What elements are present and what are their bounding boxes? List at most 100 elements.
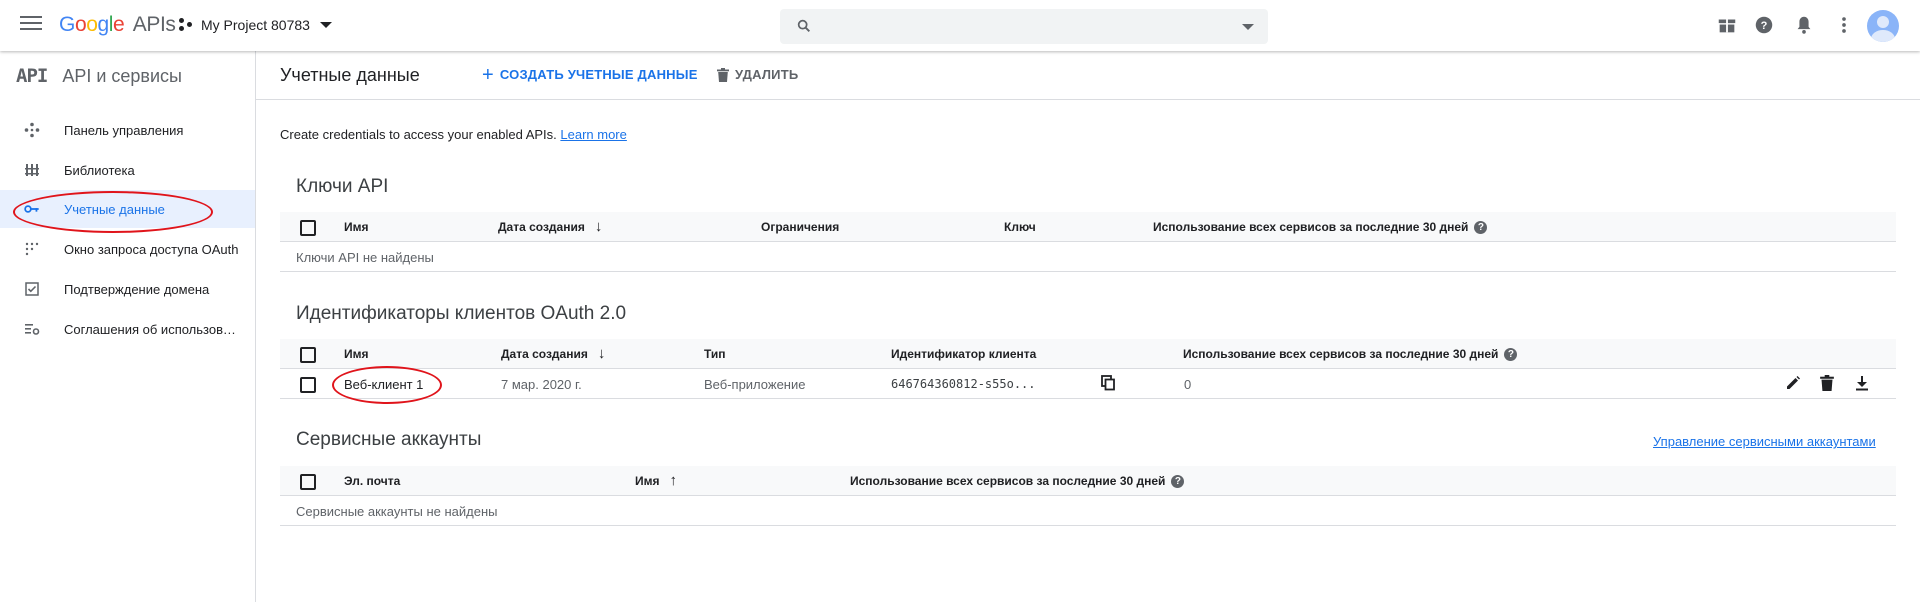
key-icon xyxy=(24,201,40,217)
download-icon[interactable] xyxy=(1854,375,1870,391)
plus-icon: + xyxy=(482,63,494,86)
column-header-label: Дата создания xyxy=(501,347,588,361)
column-header-created[interactable]: Дата создания ↓ xyxy=(498,218,603,235)
sidebar-item-label: Подтверждение домена xyxy=(64,281,210,297)
empty-message: Сервисные аккаунты не найдены xyxy=(296,504,498,519)
help-icon[interactable]: ? xyxy=(1171,474,1185,488)
project-name: My Project 80783 xyxy=(201,17,310,33)
column-header-usage[interactable]: Использование всех сервисов за последние… xyxy=(1153,220,1488,234)
search-dropdown-icon[interactable] xyxy=(1242,24,1254,30)
intro-text: Create credentials to access your enable… xyxy=(280,127,627,142)
page-header: Учетные данные + СОЗДАТЬ УЧЕТНЫЕ ДАННЫЕ … xyxy=(256,51,1920,100)
library-icon xyxy=(24,162,40,178)
menu-icon[interactable] xyxy=(20,16,42,34)
account-avatar[interactable] xyxy=(1867,10,1899,42)
search-input[interactable] xyxy=(780,9,1268,44)
top-app-bar: Google APIs My Project 80783 ? xyxy=(0,0,1920,51)
column-header-label: Дата создания xyxy=(498,220,585,234)
oauth-section-title: Идентификаторы клиентов OAuth 2.0 xyxy=(296,303,627,324)
sidebar-item-oauth-consent[interactable]: Окно запроса доступа OAuth xyxy=(0,230,255,268)
usage-count: 0 xyxy=(1184,377,1192,392)
empty-message: Ключи API не найдены xyxy=(296,250,434,265)
chevron-down-icon xyxy=(319,22,332,28)
main-content: Учетные данные + СОЗДАТЬ УЧЕТНЫЕ ДАННЫЕ … xyxy=(256,51,1920,602)
manage-service-accounts-link[interactable]: Управление сервисными аккаунтами xyxy=(1653,434,1876,449)
more-vert-icon[interactable] xyxy=(1833,14,1855,36)
help-icon[interactable]: ? xyxy=(1753,14,1775,36)
column-header-created[interactable]: Дата создания ↓ xyxy=(501,345,606,362)
select-all-checkbox[interactable] xyxy=(300,220,316,236)
create-credentials-button[interactable]: + СОЗДАТЬ УЧЕТНЫЕ ДАННЫЕ xyxy=(482,63,698,86)
help-icon[interactable]: ? xyxy=(1474,220,1488,234)
sidebar-item-dashboard[interactable]: Панель управления xyxy=(0,111,255,149)
bell-icon[interactable] xyxy=(1793,14,1815,36)
page-title: Учетные данные xyxy=(280,65,420,85)
project-selector[interactable]: My Project 80783 xyxy=(179,17,332,33)
table-header-row: Эл. почта Имя ↑ Использование всех сервис… xyxy=(280,466,1896,496)
checkbox-icon xyxy=(24,281,40,297)
column-header-type[interactable]: Тип xyxy=(704,347,726,361)
sidebar-item-label: Соглашения об использовании xyxy=(64,321,239,337)
column-header-key[interactable]: Ключ xyxy=(1004,220,1036,234)
column-header-name[interactable]: Имя xyxy=(344,347,369,361)
sidebar-item-label: Библиотека xyxy=(64,162,135,178)
sidebar-item-label: Окно запроса доступа OAuth xyxy=(64,241,239,257)
gift-icon[interactable] xyxy=(1716,14,1738,36)
client-type: Веб-приложение xyxy=(704,377,806,392)
select-all-checkbox[interactable] xyxy=(300,347,316,363)
column-header-name[interactable]: Имя xyxy=(344,220,369,234)
select-all-checkbox[interactable] xyxy=(300,474,316,490)
column-header-email[interactable]: Эл. почта xyxy=(344,474,400,488)
column-header-name[interactable]: Имя ↑ xyxy=(635,472,678,489)
dashboard-icon xyxy=(24,122,40,138)
consent-screen-icon xyxy=(24,241,40,257)
sidebar-item-domain-verification[interactable]: Подтверждение домена xyxy=(0,270,255,308)
sidebar-header: API API и сервисы xyxy=(16,65,182,87)
google-apis-logo[interactable]: Google APIs xyxy=(59,13,176,37)
row-checkbox[interactable] xyxy=(300,377,316,393)
api-logo-icon: API xyxy=(16,65,48,87)
sidebar-item-credentials[interactable]: Учетные данные xyxy=(0,190,255,228)
arrow-up-icon: ↑ xyxy=(669,472,678,489)
delete-button[interactable]: УДАЛИТЬ xyxy=(717,67,798,82)
sidebar: API API и сервисы Панель управления Библ… xyxy=(0,51,256,602)
created-date: 7 мар. 2020 г. xyxy=(501,377,582,392)
create-credentials-label: СОЗДАТЬ УЧЕТНЫЕ ДАННЫЕ xyxy=(499,67,698,82)
column-header-label: Использование всех сервисов за последние… xyxy=(1153,220,1469,234)
edit-icon[interactable] xyxy=(1785,375,1801,391)
search-icon xyxy=(797,19,810,32)
table-header-row: Имя Дата создания ↓ Ограничения Ключ Испо… xyxy=(280,212,1896,242)
intro-description: Create credentials to access your enable… xyxy=(280,127,557,142)
delete-label: УДАЛИТЬ xyxy=(735,67,799,82)
client-name-link[interactable]: Веб-клиент 1 xyxy=(344,377,423,392)
arrow-down-icon: ↓ xyxy=(594,218,603,235)
arrow-down-icon: ↓ xyxy=(597,345,606,362)
column-header-label: Использование всех сервисов за последние… xyxy=(1183,347,1499,361)
learn-more-link[interactable]: Learn more xyxy=(560,127,626,142)
api-keys-section-title: Ключи API xyxy=(296,176,389,197)
svg-text:?: ? xyxy=(1761,20,1768,32)
sidebar-title[interactable]: API и сервисы xyxy=(62,66,182,87)
column-header-usage[interactable]: Использование всех сервисов за последние… xyxy=(850,474,1185,488)
sidebar-item-label: Панель управления xyxy=(64,122,184,138)
settings-list-icon xyxy=(24,321,40,337)
logo-google: Google xyxy=(59,13,125,36)
empty-row: Сервисные аккаунты не найдены xyxy=(280,496,1896,526)
trash-icon xyxy=(717,67,729,82)
column-header-label: Имя xyxy=(635,474,660,488)
column-header-client-id[interactable]: Идентификатор клиента xyxy=(891,347,1036,361)
client-id: 646764360812-s55o... xyxy=(891,377,1036,391)
copy-icon[interactable] xyxy=(1100,375,1116,391)
table-header-row: Имя Дата создания ↓ Тип Идентификатор кли… xyxy=(280,339,1896,369)
empty-row: Ключи API не найдены xyxy=(280,242,1896,272)
column-header-usage[interactable]: Использование всех сервисов за последние… xyxy=(1183,347,1518,361)
sidebar-item-library[interactable]: Библиотека xyxy=(0,151,255,189)
service-accounts-section-title: Сервисные аккаунты xyxy=(296,429,482,450)
table-row[interactable]: Веб-клиент 1 7 мар. 2020 г. Веб-приложен… xyxy=(280,369,1896,399)
column-header-restrictions[interactable]: Ограничения xyxy=(761,220,839,234)
help-icon[interactable]: ? xyxy=(1504,347,1518,361)
sidebar-item-label: Учетные данные xyxy=(64,201,165,217)
delete-row-icon[interactable] xyxy=(1820,375,1834,391)
logo-apis: APIs xyxy=(132,13,176,36)
sidebar-item-agreements[interactable]: Соглашения об использовании xyxy=(0,310,255,348)
